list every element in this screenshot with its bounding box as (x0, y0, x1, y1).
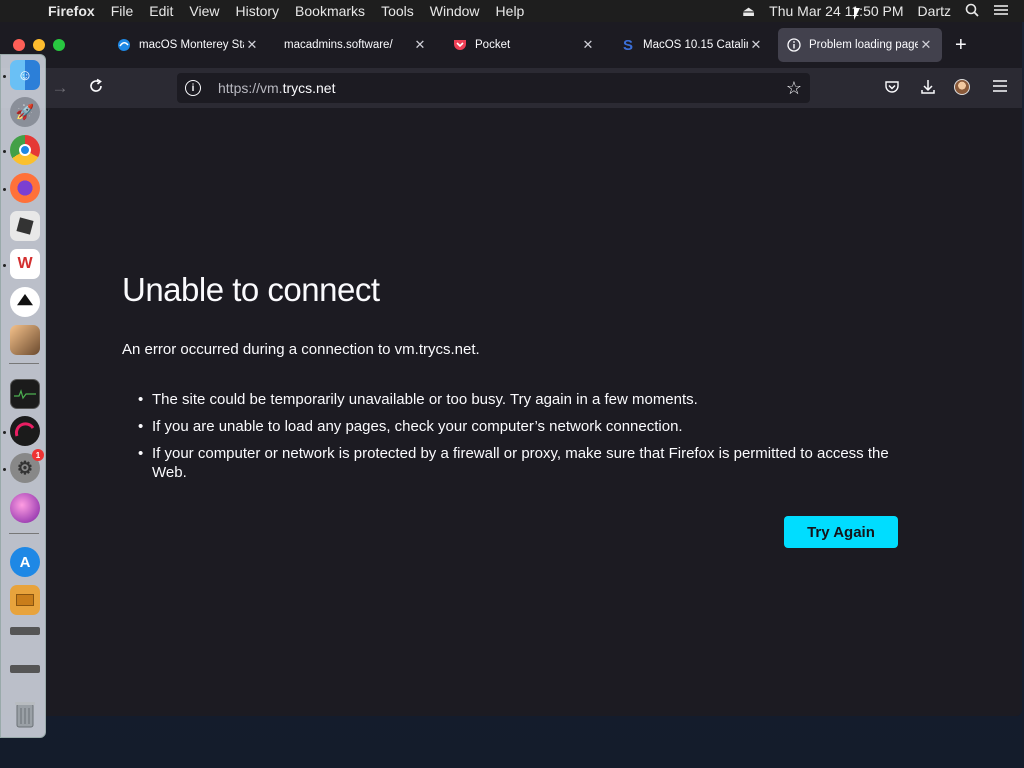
app-store-icon[interactable]: A (10, 547, 40, 577)
pocket-icon (452, 37, 468, 53)
url-prefix: https://vm. (218, 80, 283, 96)
control-center-icon[interactable] (988, 3, 1014, 20)
spotlight-search-icon[interactable] (960, 3, 984, 20)
running-indicator (3, 188, 6, 191)
error-description: An error occurred during a connection to… (122, 341, 480, 358)
launchpad-icon[interactable]: 🚀 (10, 97, 40, 127)
dock: ☺ 🚀 W ⚙ 1 A (0, 54, 46, 738)
menu-view[interactable]: View (181, 3, 227, 19)
tab-title: macadmins.software/ (284, 39, 393, 51)
finder-icon[interactable]: ☺ (10, 60, 40, 90)
error-suggestion-item: If you are unable to load any pages, che… (138, 417, 898, 436)
running-indicator (3, 431, 6, 434)
mouse-cursor (854, 8, 860, 20)
new-tab-plus-icon[interactable]: + (955, 34, 967, 57)
pocket-toolbar-icon[interactable] (882, 79, 902, 100)
running-indicator (3, 264, 6, 267)
tab-strip: macOS Monterey Sta ✕ macadmins.software/… (0, 22, 1022, 68)
minimized-window-icon[interactable] (10, 627, 40, 635)
menubar-user[interactable]: Dartz (913, 3, 956, 19)
inkscape-icon[interactable] (10, 287, 40, 317)
edge-logo-icon (116, 37, 132, 53)
error-suggestion-item: If your computer or network is protected… (138, 444, 898, 482)
tab-title: macOS Monterey Sta (139, 39, 244, 51)
menu-history[interactable]: History (227, 3, 287, 19)
close-tab-icon[interactable]: ✕ (580, 37, 596, 53)
firefox-window: macOS Monterey Sta ✕ macadmins.software/… (0, 22, 1022, 716)
minimize-window-button[interactable] (33, 39, 45, 51)
menu-file[interactable]: File (103, 3, 142, 19)
downloads-icon[interactable] (918, 79, 938, 100)
running-indicator (3, 75, 6, 78)
speedometer-icon[interactable] (10, 416, 40, 446)
url-bar[interactable]: i https://vm. trycs.net ☆ (177, 73, 810, 103)
notification-badge: 1 (32, 449, 44, 461)
close-tab-icon[interactable]: ✕ (748, 37, 764, 53)
package-icon[interactable] (10, 585, 40, 615)
info-icon (786, 37, 802, 53)
tab-title: Pocket (475, 39, 511, 51)
hamburger-menu-icon[interactable] (990, 79, 1010, 97)
minimized-window-icon[interactable] (10, 665, 40, 673)
tab-title: Problem loading page (809, 39, 918, 51)
close-tab-icon[interactable]: ✕ (244, 37, 260, 53)
try-again-button[interactable]: Try Again (784, 516, 898, 548)
app-menu[interactable]: Firefox (40, 3, 103, 19)
system-preferences-icon[interactable]: ⚙ 1 (10, 449, 44, 483)
tab-macos-monterey[interactable]: macOS Monterey Sta ✕ (108, 28, 268, 62)
firefox-icon[interactable] (10, 173, 40, 203)
eject-icon[interactable]: ⏏ (737, 3, 760, 20)
close-tab-icon[interactable]: ✕ (918, 37, 934, 53)
zoom-window-button[interactable] (53, 39, 65, 51)
wps-office-icon[interactable]: W (10, 249, 40, 279)
installer-icon[interactable] (10, 493, 40, 523)
menu-edit[interactable]: Edit (141, 3, 181, 19)
url-domain: trycs.net (282, 80, 336, 96)
trash-icon[interactable] (10, 699, 40, 729)
navigation-toolbar: → i https://vm. trycs.net ☆ (0, 68, 1022, 108)
error-suggestion-item: The site could be temporarily unavailabl… (138, 390, 898, 409)
error-suggestions-list: The site could be temporarily unavailabl… (138, 390, 898, 490)
menu-tools[interactable]: Tools (373, 3, 422, 19)
photo-app-icon[interactable] (10, 325, 40, 355)
chrome-icon[interactable] (10, 135, 40, 165)
activity-monitor-icon[interactable] (10, 379, 40, 409)
bookmark-star-icon[interactable]: ☆ (786, 78, 802, 99)
menu-bookmarks[interactable]: Bookmarks (287, 3, 373, 19)
close-window-button[interactable] (13, 39, 25, 51)
running-indicator (3, 150, 6, 153)
tab-title: MacOS 10.15 Catalina (643, 39, 748, 51)
dock-separator (9, 533, 39, 534)
window-controls (13, 39, 65, 51)
account-avatar-icon[interactable] (954, 79, 974, 95)
dock-separator (9, 363, 39, 364)
error-page: Unable to connect An error occurred duri… (0, 108, 1022, 716)
menu-help[interactable]: Help (488, 3, 533, 19)
menu-bar: Firefox File Edit View History Bookmarks… (0, 0, 1024, 22)
close-tab-icon[interactable]: ✕ (412, 37, 428, 53)
reload-icon[interactable] (84, 78, 108, 99)
menu-window[interactable]: Window (422, 3, 488, 19)
tab-problem-loading-page[interactable]: Problem loading page ✕ (778, 28, 942, 62)
roblox-icon[interactable] (10, 211, 40, 241)
s-logo-icon: S (622, 36, 633, 54)
menubar-clock[interactable]: Thu Mar 24 11:50 PM (764, 3, 908, 19)
running-indicator (3, 468, 6, 471)
site-info-icon[interactable]: i (185, 80, 201, 96)
tab-macadmins-software[interactable]: macadmins.software/ ✕ (276, 28, 436, 62)
tab-pocket[interactable]: Pocket ✕ (444, 28, 604, 62)
error-title: Unable to connect (122, 271, 380, 308)
forward-arrow-icon[interactable]: → (48, 78, 72, 98)
tab-macos-catalina[interactable]: S MacOS 10.15 Catalina ✕ (612, 28, 772, 62)
